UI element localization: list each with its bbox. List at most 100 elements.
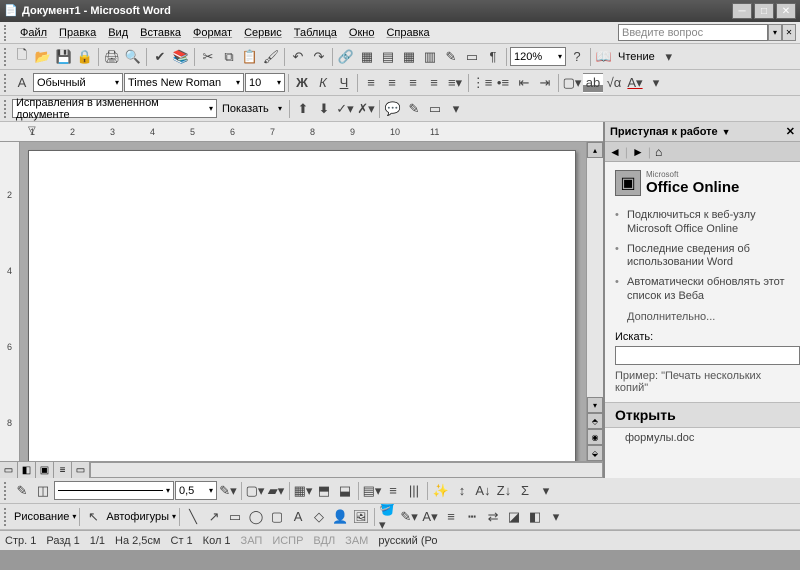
reading-layout-icon[interactable]: 📖 — [594, 47, 614, 67]
insert-picture-button[interactable]: 🖼 — [351, 507, 371, 527]
distribute-cols-button[interactable]: ||| — [404, 481, 424, 501]
align-cells-button[interactable]: ▤▾ — [362, 481, 382, 501]
border-color-button[interactable]: ✎▾ — [218, 481, 238, 501]
toolbar-options-button[interactable]: ▾ — [446, 99, 466, 119]
toolbar-options-button[interactable]: ▾ — [659, 47, 679, 67]
toolbar-options-button[interactable]: ▾ — [546, 507, 566, 527]
paste-button[interactable]: 📋 — [240, 47, 260, 67]
diagram-button[interactable]: ◇ — [309, 507, 329, 527]
decrease-indent-button[interactable]: ⇤ — [514, 73, 534, 93]
clipart-button[interactable]: 👤 — [330, 507, 350, 527]
rectangle-button[interactable]: ▭ — [225, 507, 245, 527]
help-dropdown-button[interactable]: ▾ — [768, 24, 782, 41]
drawing-toggle-button[interactable]: ✎ — [441, 47, 461, 67]
menu-view[interactable]: Вид — [102, 25, 134, 41]
arrow-style-button[interactable]: ⇄ — [483, 507, 503, 527]
justify-button[interactable]: ≡ — [424, 73, 444, 93]
status-rec[interactable]: ЗАП — [241, 535, 263, 547]
tp-link-more[interactable]: Дополнительно... — [615, 307, 790, 323]
maximize-button[interactable]: □ — [754, 3, 774, 19]
font-size-combo[interactable]: 10▾ — [245, 73, 285, 92]
copy-button[interactable]: ⧉ — [219, 47, 239, 67]
hyperlink-button[interactable]: 🔗 — [336, 47, 356, 67]
recent-file-link[interactable]: формулы.doc — [615, 428, 790, 444]
align-left-button[interactable]: ≡ — [361, 73, 381, 93]
tp-link-autoupdate[interactable]: Автоматически обновлять этот список из В… — [615, 273, 790, 307]
textbox-button[interactable]: ▢ — [267, 507, 287, 527]
search-input[interactable] — [615, 346, 800, 365]
prev-page-button[interactable]: ⬘ — [587, 413, 603, 429]
reject-change-button[interactable]: ✗▾ — [356, 99, 376, 119]
vertical-scrollbar[interactable]: ▴ ▾ ⬘ ◉ ⬙ — [586, 142, 603, 461]
show-nonprint-button[interactable]: ¶ — [483, 47, 503, 67]
help-search-input[interactable]: Введите вопрос — [618, 24, 768, 41]
research-button[interactable]: 📚 — [171, 47, 191, 67]
next-change-button[interactable]: ⬇ — [314, 99, 334, 119]
reading-label[interactable]: Чтение — [615, 51, 658, 63]
styles-task-button[interactable]: A — [12, 73, 32, 93]
toolbar-options-button[interactable]: ▾ — [536, 481, 556, 501]
new-button[interactable]: 🗋 — [12, 47, 32, 67]
bold-button[interactable]: Ж — [292, 73, 312, 93]
grip-icon[interactable] — [4, 508, 9, 526]
menu-file[interactable]: Файл — [14, 25, 53, 41]
permissions-button[interactable]: 🔒 — [75, 47, 95, 67]
shading-color-button[interactable]: ▰▾ — [266, 481, 286, 501]
minimize-button[interactable]: ─ — [732, 3, 752, 19]
tp-link-connect[interactable]: Подключиться к веб-узлу Microsoft Office… — [615, 206, 790, 240]
drawing-menu[interactable]: Рисование — [12, 511, 71, 523]
fill-color-button[interactable]: 🪣▾ — [378, 507, 398, 527]
docmap-button[interactable]: ▭ — [462, 47, 482, 67]
menu-help[interactable]: Справка — [380, 25, 435, 41]
prev-change-button[interactable]: ⬆ — [293, 99, 313, 119]
status-language[interactable]: русский (Ро — [378, 535, 437, 547]
redo-button[interactable]: ↷ — [309, 47, 329, 67]
tp-link-news[interactable]: Последние сведения об использовании Word — [615, 240, 790, 274]
menu-window[interactable]: Окно — [343, 25, 381, 41]
spelling-button[interactable]: ✔ — [150, 47, 170, 67]
insert-table-btn[interactable]: ▦▾ — [293, 481, 313, 501]
status-trk[interactable]: ИСПР — [272, 535, 303, 547]
3d-button[interactable]: ◧ — [525, 507, 545, 527]
open-button[interactable]: 📂 — [33, 47, 53, 67]
excel-button[interactable]: ▦ — [399, 47, 419, 67]
status-ovr[interactable]: ЗАМ — [345, 535, 368, 547]
grip-icon[interactable] — [4, 25, 10, 41]
style-combo[interactable]: Обычный▾ — [33, 73, 123, 92]
align-right-button[interactable]: ≡ — [403, 73, 423, 93]
font-color-button[interactable]: A▾ — [420, 507, 440, 527]
line-style-combo[interactable]: ▾ — [54, 481, 174, 500]
document-page[interactable] — [28, 150, 576, 461]
bullets-button[interactable]: •≡ — [493, 73, 513, 93]
menu-insert[interactable]: Вставка — [134, 25, 187, 41]
underline-button[interactable]: Ч — [334, 73, 354, 93]
print-button[interactable]: 🖨 — [102, 47, 122, 67]
select-objects-button[interactable]: ↖ — [83, 507, 103, 527]
line-spacing-button[interactable]: ≡▾ — [445, 73, 465, 93]
arrow-button[interactable]: ↗ — [204, 507, 224, 527]
text-direction-button[interactable]: ↕ — [452, 481, 472, 501]
menu-table[interactable]: Таблица — [288, 25, 343, 41]
browse-object-button[interactable]: ◉ — [587, 429, 603, 445]
menu-edit[interactable]: Правка — [53, 25, 102, 41]
format-painter-button[interactable]: 🖌 — [261, 47, 281, 67]
print-preview-button[interactable]: 🔍 — [123, 47, 143, 67]
autoformat-button[interactable]: ✨ — [431, 481, 451, 501]
home-button[interactable]: ⌂ — [655, 145, 662, 159]
track-changes-button[interactable]: ✎ — [404, 99, 424, 119]
menu-tools[interactable]: Сервис — [238, 25, 288, 41]
autoshapes-menu[interactable]: Автофигуры — [104, 511, 171, 523]
taskpane-close-button[interactable]: ✕ — [786, 125, 795, 138]
close-button[interactable]: ✕ — [776, 3, 796, 19]
font-combo[interactable]: Times New Roman▾ — [124, 73, 244, 92]
sort-desc-button[interactable]: Z↓ — [494, 481, 514, 501]
mdi-close-button[interactable]: ✕ — [782, 24, 796, 41]
scroll-down-button[interactable]: ▾ — [587, 397, 603, 413]
highlight-button[interactable]: ab — [583, 73, 603, 93]
line-color-button[interactable]: ✎▾ — [399, 507, 419, 527]
cut-button[interactable]: ✂ — [198, 47, 218, 67]
vertical-ruler[interactable]: 2 4 6 8 — [0, 142, 20, 461]
horizontal-scrollbar[interactable] — [90, 462, 603, 478]
insert-comment-button[interactable]: 💬 — [383, 99, 403, 119]
reviewing-pane-button[interactable]: ▭ — [425, 99, 445, 119]
